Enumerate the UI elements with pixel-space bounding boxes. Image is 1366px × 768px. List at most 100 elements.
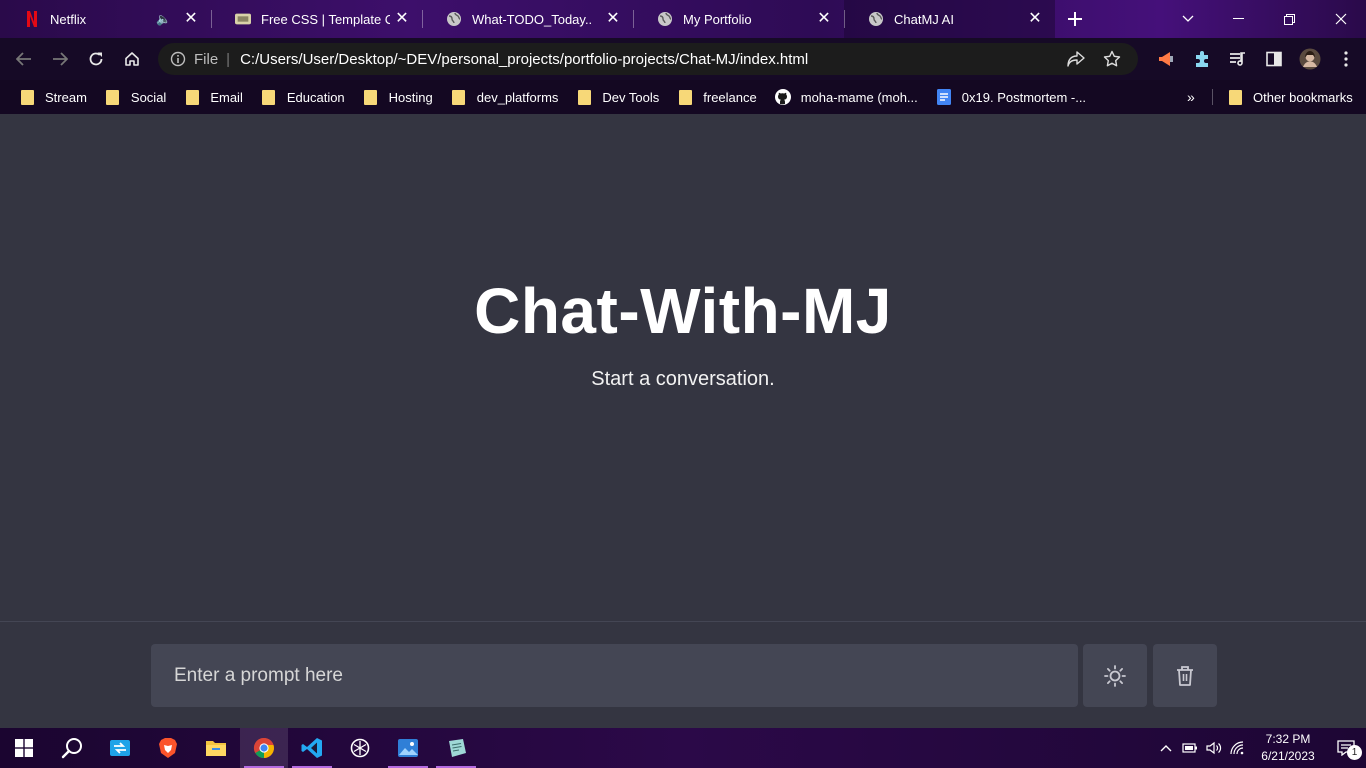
tab-title: My Portfolio	[683, 11, 752, 27]
folder-icon	[363, 89, 379, 105]
chrome-menu-button[interactable]	[1328, 41, 1364, 77]
tab-free-css[interactable]: Free CSS | Template Cat ✕	[211, 0, 422, 38]
vscode-icon	[301, 738, 322, 758]
taskbar-chrome[interactable]	[240, 728, 288, 768]
bookmark-label: Other bookmarks	[1253, 89, 1353, 105]
info-icon	[170, 51, 186, 67]
tab-search-button[interactable]	[1162, 0, 1213, 38]
volume-icon	[1206, 741, 1222, 755]
clock-date: 6/21/2023	[1261, 749, 1315, 763]
forward-button[interactable]	[42, 41, 78, 77]
speaker-icon[interactable]: 🔈	[156, 12, 171, 26]
media-controls-button[interactable]	[1220, 41, 1256, 77]
profile-button[interactable]	[1292, 41, 1328, 77]
theme-toggle-button[interactable]	[1083, 644, 1147, 707]
taskbar-brave[interactable]	[144, 728, 192, 768]
close-icon[interactable]: ✕	[605, 11, 621, 27]
minimize-button[interactable]	[1213, 0, 1264, 38]
side-panel-button[interactable]	[1256, 41, 1292, 77]
network-button[interactable]	[1226, 728, 1250, 768]
globe-icon	[657, 11, 673, 27]
search-icon	[61, 738, 82, 759]
new-tab-button[interactable]	[1055, 0, 1095, 38]
folder-icon	[576, 89, 592, 105]
close-icon[interactable]: ✕	[394, 11, 410, 27]
puzzle-icon	[1196, 51, 1208, 67]
address-bar[interactable]: File | C:/Users/User/Desktop/~DEV/person…	[158, 43, 1138, 75]
bookmark-folder-hosting[interactable]: Hosting	[354, 83, 442, 111]
home-button[interactable]	[114, 41, 150, 77]
windows-taskbar: 7:32 PM 6/21/2023 1	[0, 728, 1366, 768]
tab-netflix[interactable]: Netflix 🔈 ✕	[0, 0, 211, 38]
start-button[interactable]	[0, 728, 48, 768]
bookmark-label: Dev Tools	[602, 89, 660, 105]
taskbar-notes-app[interactable]	[432, 728, 480, 768]
notifications-button[interactable]: 1	[1326, 728, 1366, 768]
restore-button[interactable]	[1264, 0, 1315, 38]
tab-title: What-TODO_Today..	[472, 11, 593, 27]
url-scheme: File	[194, 50, 219, 68]
netflix-icon	[24, 11, 40, 27]
close-icon[interactable]: ✕	[1027, 11, 1043, 27]
close-icon[interactable]: ✕	[816, 11, 832, 27]
taskbar-chatgpt[interactable]	[336, 728, 384, 768]
tab-chatmj-ai[interactable]: ChatMJ AI ✕	[844, 0, 1055, 38]
more-bookmarks-button[interactable]: »	[1187, 83, 1195, 111]
bookmark-label: Email	[210, 89, 243, 105]
taskbar-vscode[interactable]	[288, 728, 336, 768]
close-icon[interactable]: ✕	[183, 11, 199, 27]
typing-container	[0, 621, 1366, 728]
chevron-up-icon	[1160, 745, 1172, 752]
bookmark-folder-freelance[interactable]: freelance	[668, 83, 765, 111]
other-bookmarks-folder[interactable]: Other bookmarks	[1218, 83, 1362, 111]
google-docs-icon	[936, 89, 952, 105]
bookmark-folder-dev-tools[interactable]: Dev Tools	[567, 83, 668, 111]
side-panel-icon	[1266, 51, 1282, 67]
kebab-menu-icon	[1344, 51, 1348, 67]
folder-icon	[677, 89, 693, 105]
share-button[interactable]	[1062, 45, 1090, 73]
battery-button[interactable]	[1178, 728, 1202, 768]
bookmark-doc[interactable]: 0x19. Postmortem -...	[927, 83, 1095, 111]
window-controls	[1162, 0, 1366, 38]
brave-extension-button[interactable]	[1148, 41, 1184, 77]
bookmark-folder-email[interactable]: Email	[175, 83, 252, 111]
clock-time: 7:32 PM	[1265, 732, 1311, 746]
bookmark-label: Stream	[45, 89, 87, 105]
tab-what-todo[interactable]: What-TODO_Today.. ✕	[422, 0, 633, 38]
bookmark-folder-stream[interactable]: Stream	[10, 83, 96, 111]
bookmark-label: Hosting	[388, 89, 433, 105]
delete-chats-button[interactable]	[1153, 644, 1217, 707]
taskbar-file-explorer[interactable]	[192, 728, 240, 768]
taskbar-clock[interactable]: 7:32 PM 6/21/2023	[1250, 731, 1326, 765]
prompt-input[interactable]	[151, 644, 1078, 707]
tab-my-portfolio[interactable]: My Portfolio ✕	[633, 0, 844, 38]
folder-icon	[261, 89, 277, 105]
url-text[interactable]: C:/Users/User/Desktop/~DEV/personal_proj…	[240, 51, 1054, 68]
notes-app-icon	[449, 739, 466, 757]
bookmark-folder-social[interactable]: Social	[96, 83, 175, 111]
search-button[interactable]	[48, 728, 96, 768]
folder-icon	[1227, 89, 1243, 105]
tab-strip: Netflix 🔈 ✕ Free CSS | Template Cat ✕ Wh…	[0, 0, 1366, 38]
globe-icon	[446, 11, 462, 27]
github-icon	[774, 89, 791, 105]
volume-button[interactable]	[1202, 728, 1226, 768]
bookmark-folder-dev-platforms[interactable]: dev_platforms	[442, 83, 568, 111]
back-button[interactable]	[6, 41, 42, 77]
taskbar-app-store[interactable]	[96, 728, 144, 768]
close-window-button[interactable]	[1315, 0, 1366, 38]
taskbar-photos[interactable]	[384, 728, 432, 768]
tab-title: Free CSS | Template Cat	[261, 11, 390, 27]
bookmark-github[interactable]: moha-mame (moh...	[766, 83, 927, 111]
extensions-button[interactable]	[1184, 41, 1220, 77]
plus-icon	[1068, 12, 1082, 26]
restore-icon	[1284, 13, 1295, 25]
show-hidden-icons-button[interactable]	[1154, 728, 1178, 768]
store-icon	[110, 740, 130, 756]
bookmark-star-button[interactable]	[1098, 45, 1126, 73]
tab-title: Netflix	[50, 11, 87, 27]
reload-button[interactable]	[78, 41, 114, 77]
bookmark-folder-education[interactable]: Education	[252, 83, 354, 111]
arrow-left-icon	[16, 52, 31, 66]
